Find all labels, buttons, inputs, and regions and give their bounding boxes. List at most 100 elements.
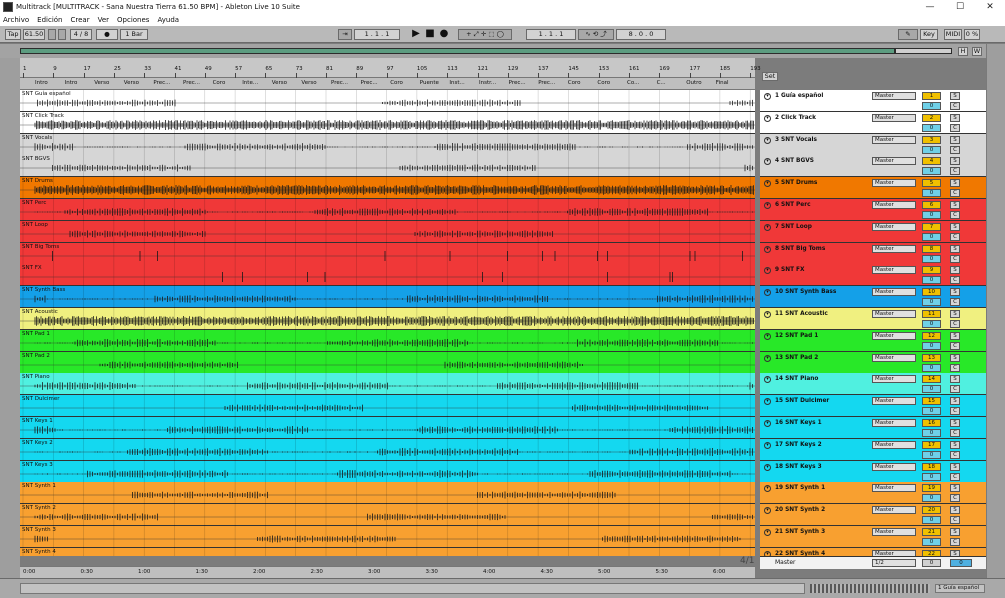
- arm-button[interactable]: C: [950, 385, 960, 394]
- solo-button[interactable]: S: [950, 440, 960, 449]
- arm-button[interactable]: C: [950, 320, 960, 328]
- solo-button[interactable]: S: [950, 375, 960, 384]
- track-volume[interactable]: 0: [922, 407, 941, 416]
- solo-button[interactable]: S: [950, 310, 960, 318]
- fold-chevron-icon[interactable]: ▾: [764, 114, 771, 122]
- solo-button[interactable]: S: [950, 113, 960, 122]
- solo-button[interactable]: S: [950, 484, 960, 493]
- fold-chevron-icon[interactable]: ▾: [764, 223, 771, 231]
- arrangement-lane[interactable]: SNT Pad 2: [20, 351, 755, 374]
- track-activator[interactable]: 5: [922, 179, 941, 188]
- solo-button[interactable]: S: [950, 179, 960, 188]
- track-volume[interactable]: 0: [922, 363, 941, 372]
- arrangement-lane[interactable]: SNT Pad 1: [20, 329, 755, 352]
- output-routing-select[interactable]: Master: [872, 506, 916, 515]
- track-activator[interactable]: 3: [922, 135, 941, 144]
- track-activator[interactable]: 17: [922, 440, 941, 449]
- track-header[interactable]: ▾ 16 SNT Keys 1 Master 16 S 0 C: [760, 417, 986, 439]
- track-volume[interactable]: 0: [922, 494, 941, 503]
- close-button[interactable]: ✕: [975, 2, 1005, 12]
- locator-marker[interactable]: Intro: [35, 80, 48, 86]
- arrangement-lane[interactable]: SNT Dulcimer: [20, 395, 755, 418]
- fold-chevron-icon[interactable]: ▾: [764, 376, 771, 384]
- solo-button[interactable]: S: [950, 288, 960, 297]
- fold-chevron-icon[interactable]: ▾: [764, 420, 771, 427]
- output-routing-select[interactable]: Master: [872, 266, 916, 275]
- track-volume[interactable]: 0: [922, 472, 941, 481]
- metronome-button[interactable]: ●: [96, 29, 118, 40]
- locator-marker[interactable]: Prec...: [331, 80, 348, 86]
- track-volume[interactable]: 0: [922, 232, 941, 241]
- arrangement-lane[interactable]: SNT Keys 2: [20, 438, 755, 461]
- arrangement-lane[interactable]: SNT Drums: [20, 177, 755, 200]
- solo-button[interactable]: S: [950, 135, 960, 144]
- output-routing-select[interactable]: Master: [872, 179, 916, 188]
- track-activator[interactable]: 20: [922, 506, 941, 515]
- locator-marker[interactable]: Prec...: [361, 80, 378, 86]
- track-header[interactable]: ▾ 17 SNT Keys 2 Master 17 S 0 C: [760, 438, 986, 461]
- locator-marker[interactable]: Prec...: [183, 80, 200, 86]
- track-header[interactable]: ▾ 9 SNT FX Master 9 S 0 C: [760, 264, 986, 287]
- locator-marker[interactable]: C...: [657, 80, 666, 86]
- track-name[interactable]: 19 SNT Synth 1: [775, 485, 825, 491]
- fold-chevron-icon[interactable]: ▾: [764, 267, 771, 275]
- output-routing-select[interactable]: Master: [872, 157, 916, 166]
- track-name[interactable]: 18 SNT Keys 3: [775, 464, 822, 470]
- loop-switch-icon[interactable]: ∿ ⟲ ⤴: [578, 29, 614, 40]
- track-name[interactable]: 11 SNT Acoustic: [775, 311, 828, 317]
- locator-marker[interactable]: Coro: [568, 80, 581, 86]
- arrangement-lane[interactable]: SNT BGVS: [20, 155, 755, 178]
- track-name[interactable]: 1 Guía español: [775, 93, 823, 99]
- track-header[interactable]: ▾ 19 SNT Synth 1 Master 19 S 0 C: [760, 482, 986, 505]
- record-icon[interactable]: ●: [438, 29, 450, 40]
- track-header[interactable]: ▾ 22 SNT Synth 4 Master 22 S 0 C: [760, 547, 986, 556]
- solo-button[interactable]: S: [950, 419, 960, 427]
- overdub-tools[interactable]: + ⤢ ✛ ⬚ ◯: [458, 29, 512, 40]
- track-volume[interactable]: 0: [922, 102, 941, 110]
- arm-button[interactable]: C: [950, 429, 960, 437]
- track-volume[interactable]: 0: [922, 538, 941, 546]
- arrangement-position[interactable]: 1 . 1 . 1: [354, 29, 400, 40]
- track-activator[interactable]: 12: [922, 331, 941, 340]
- output-routing-select[interactable]: Master: [872, 484, 916, 493]
- track-name[interactable]: 13 SNT Pad 2: [775, 355, 818, 361]
- output-routing-select[interactable]: Master: [872, 201, 916, 209]
- locator-marker[interactable]: Coro: [390, 80, 403, 86]
- stop-icon[interactable]: ■: [424, 29, 436, 40]
- locator-marker[interactable]: Outro: [686, 80, 701, 86]
- output-routing-select[interactable]: Master: [872, 353, 916, 362]
- solo-button[interactable]: S: [950, 331, 960, 340]
- fold-chevron-icon[interactable]: ▾: [764, 529, 771, 536]
- arm-button[interactable]: C: [950, 450, 960, 459]
- overview-bar[interactable]: [20, 48, 895, 54]
- track-name[interactable]: 15 SNT Dulcimer: [775, 398, 829, 404]
- track-activator[interactable]: 2: [922, 113, 941, 122]
- solo-button[interactable]: S: [950, 353, 960, 362]
- output-routing-select[interactable]: Master: [872, 462, 916, 471]
- track-volume[interactable]: 0: [922, 385, 941, 394]
- arm-button[interactable]: C: [950, 211, 960, 219]
- arrangement-lane[interactable]: SNT Loop: [20, 220, 755, 243]
- arrangement-lane[interactable]: SNT Synth 4: [20, 547, 755, 556]
- output-routing-select[interactable]: Master: [872, 288, 916, 297]
- locator-marker[interactable]: Puente: [420, 80, 439, 86]
- output-routing-select[interactable]: Master: [872, 92, 916, 100]
- fold-chevron-icon[interactable]: ▾: [764, 441, 771, 449]
- solo-button[interactable]: S: [950, 92, 960, 100]
- arrangement-lane[interactable]: SNT Synth 3: [20, 526, 755, 548]
- track-volume[interactable]: 0: [922, 211, 941, 219]
- master-output-select[interactable]: 1/2: [872, 559, 916, 567]
- track-header[interactable]: ▾ 7 SNT Loop Master 7 S 0 C: [760, 220, 986, 243]
- master-volume[interactable]: 0: [922, 559, 941, 567]
- draw-mode-icon[interactable]: ✎: [898, 29, 918, 40]
- locator-marker[interactable]: Verso: [272, 80, 287, 86]
- arm-button[interactable]: C: [950, 472, 960, 481]
- arrangement-view[interactable]: SNT Guía español SNT Click Track SNT Vocal…: [20, 90, 755, 556]
- locator-marker[interactable]: Prec...: [153, 80, 170, 86]
- track-volume[interactable]: 0: [922, 320, 941, 328]
- track-header[interactable]: ▾ 15 SNT Dulcimer Master 15 S 0 C: [760, 395, 986, 418]
- arm-button[interactable]: C: [950, 167, 960, 176]
- locator-marker[interactable]: Prec...: [509, 80, 526, 86]
- menu-opciones[interactable]: Opciones: [117, 16, 149, 24]
- track-activator[interactable]: 1: [922, 92, 941, 100]
